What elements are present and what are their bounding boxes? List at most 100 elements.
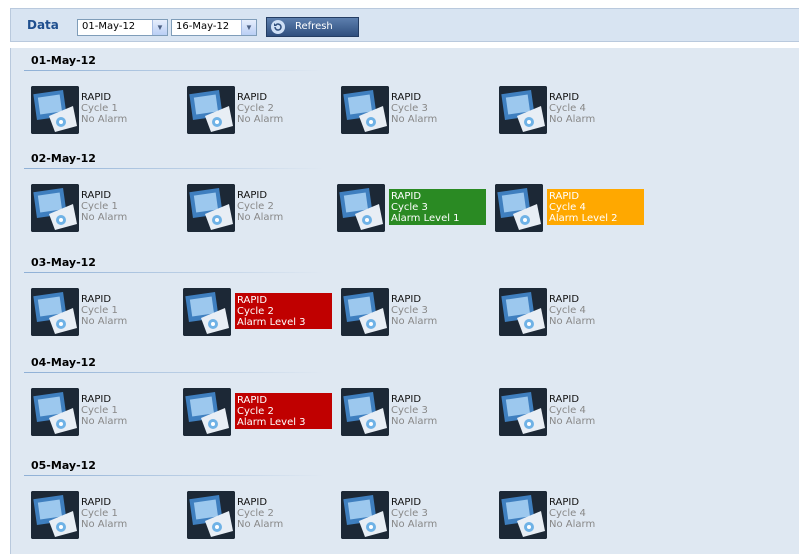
cycle-cycle: Cycle 3 [391,202,428,213]
cycle-item[interactable]: RAPID Cycle 1 No Alarm [31,86,191,138]
cycle-thumbnail-icon[interactable] [341,491,389,539]
cycle-item[interactable]: RAPID Cycle 1 No Alarm [31,491,191,543]
cycle-thumbnail-icon[interactable] [31,491,79,539]
cycle-cycle: Cycle 4 [549,202,586,213]
cycle-name: RAPID [391,294,422,305]
cycle-name: RAPID [81,394,112,405]
cycle-status: No Alarm [81,416,128,427]
cycle-thumbnail-icon[interactable] [341,288,389,336]
cycle-cycle: Cycle 2 [237,406,274,417]
cycle-status: Alarm Level 3 [237,417,306,428]
cycle-cycle: Cycle 3 [391,305,428,316]
cycle-item[interactable]: RAPID Cycle 4 Alarm Level 2 [495,184,655,236]
cycle-thumbnail-icon[interactable] [187,86,235,134]
chevron-down-icon[interactable]: ▼ [152,20,167,35]
cycle-item[interactable]: RAPID Cycle 2 Alarm Level 3 [183,288,343,340]
cycle-name: RAPID [549,92,580,103]
cycle-thumbnail-icon[interactable] [31,184,79,232]
cycle-info: RAPID Cycle 2 No Alarm [237,190,283,223]
cycle-status: No Alarm [237,519,284,530]
cycle-cycle: Cycle 3 [391,508,428,519]
cycle-status: No Alarm [81,316,128,327]
cycle-name: RAPID [81,497,112,508]
app-window: Data 01-May-12 ▼ 16-May-12 ▼ Refresh 01-… [0,0,799,554]
refresh-button[interactable]: Refresh [266,17,359,37]
to-date-value: 16-May-12 [176,21,230,32]
cycle-cycle: Cycle 2 [237,201,274,212]
cycle-status: Alarm Level 2 [549,213,618,224]
cycle-name: RAPID [237,395,268,406]
refresh-icon [271,20,285,34]
cycle-status: Alarm Level 3 [237,317,306,328]
cycle-thumbnail-icon[interactable] [341,86,389,134]
cycle-thumbnail-icon[interactable] [31,86,79,134]
cycle-thumbnail-icon[interactable] [499,388,547,436]
cycle-item[interactable]: RAPID Cycle 2 No Alarm [187,184,347,236]
cycle-thumbnail-icon[interactable] [341,388,389,436]
cycle-info: RAPID Cycle 3 No Alarm [391,92,437,125]
cycle-thumbnail-icon[interactable] [187,184,235,232]
history-panel: 01-May-12 RAPID Cycle 1 No Alarm RAPID Cycl… [10,48,799,554]
cycle-cycle: Cycle 2 [237,508,274,519]
cycle-info: RAPID Cycle 2 No Alarm [237,497,283,530]
cycle-item[interactable]: RAPID Cycle 4 No Alarm [499,288,659,340]
cycle-item[interactable]: RAPID Cycle 1 No Alarm [31,184,191,236]
cycle-status: No Alarm [391,519,438,530]
cycle-info: RAPID Cycle 2 Alarm Level 3 [235,393,332,429]
cycle-status: No Alarm [81,114,128,125]
cycle-status: No Alarm [391,114,438,125]
cycle-item[interactable]: RAPID Cycle 1 No Alarm [31,388,191,440]
cycle-item[interactable]: RAPID Cycle 2 No Alarm [187,86,347,138]
cycle-name: RAPID [81,294,112,305]
cycle-info: RAPID Cycle 1 No Alarm [81,497,127,530]
section-divider [24,272,324,273]
cycle-status: Alarm Level 1 [391,213,460,224]
cycle-cycle: Cycle 1 [81,103,118,114]
cycle-status: No Alarm [81,212,128,223]
cycle-cycle: Cycle 2 [237,306,274,317]
cycle-info: RAPID Cycle 1 No Alarm [81,190,127,223]
cycle-name: RAPID [81,92,112,103]
cycle-info: RAPID Cycle 2 Alarm Level 3 [235,293,332,329]
chevron-down-icon[interactable]: ▼ [241,20,256,35]
cycle-item[interactable]: RAPID Cycle 1 No Alarm [31,288,191,340]
cycle-name: RAPID [391,497,422,508]
cycle-item[interactable]: RAPID Cycle 3 No Alarm [341,388,501,440]
cycle-name: RAPID [237,295,268,306]
section-divider [24,168,324,169]
cycle-info: RAPID Cycle 3 No Alarm [391,294,437,327]
cycle-info: RAPID Cycle 1 No Alarm [81,92,127,125]
cycle-thumbnail-icon[interactable] [31,388,79,436]
cycle-item[interactable]: RAPID Cycle 3 No Alarm [341,491,501,543]
cycle-thumbnail-icon[interactable] [183,388,231,436]
cycle-name: RAPID [237,190,268,201]
cycle-item[interactable]: RAPID Cycle 4 No Alarm [499,388,659,440]
cycle-thumbnail-icon[interactable] [31,288,79,336]
cycle-thumbnail-icon[interactable] [495,184,543,232]
cycle-item[interactable]: RAPID Cycle 2 No Alarm [187,491,347,543]
cycle-thumbnail-icon[interactable] [187,491,235,539]
cycle-item[interactable]: RAPID Cycle 3 No Alarm [341,86,501,138]
cycle-name: RAPID [81,190,112,201]
cycle-item[interactable]: RAPID Cycle 4 No Alarm [499,86,659,138]
section-divider [24,475,324,476]
section-divider [24,372,324,373]
cycle-thumbnail-icon[interactable] [499,491,547,539]
section-date-title: 03-May-12 [31,256,96,269]
cycle-cycle: Cycle 3 [391,103,428,114]
cycle-thumbnail-icon[interactable] [337,184,385,232]
from-date-select[interactable]: 01-May-12 ▼ [77,19,168,36]
cycle-item[interactable]: RAPID Cycle 2 Alarm Level 3 [183,388,343,440]
cycle-info: RAPID Cycle 4 Alarm Level 2 [547,189,644,225]
cycle-item[interactable]: RAPID Cycle 3 Alarm Level 1 [337,184,497,236]
cycle-info: RAPID Cycle 1 No Alarm [81,394,127,427]
cycle-cycle: Cycle 1 [81,201,118,212]
cycle-thumbnail-icon[interactable] [499,288,547,336]
cycle-thumbnail-icon[interactable] [183,288,231,336]
cycle-item[interactable]: RAPID Cycle 4 No Alarm [499,491,659,543]
cycle-cycle: Cycle 4 [549,508,586,519]
cycle-item[interactable]: RAPID Cycle 3 No Alarm [341,288,501,340]
cycle-name: RAPID [391,92,422,103]
to-date-select[interactable]: 16-May-12 ▼ [171,19,257,36]
cycle-thumbnail-icon[interactable] [499,86,547,134]
